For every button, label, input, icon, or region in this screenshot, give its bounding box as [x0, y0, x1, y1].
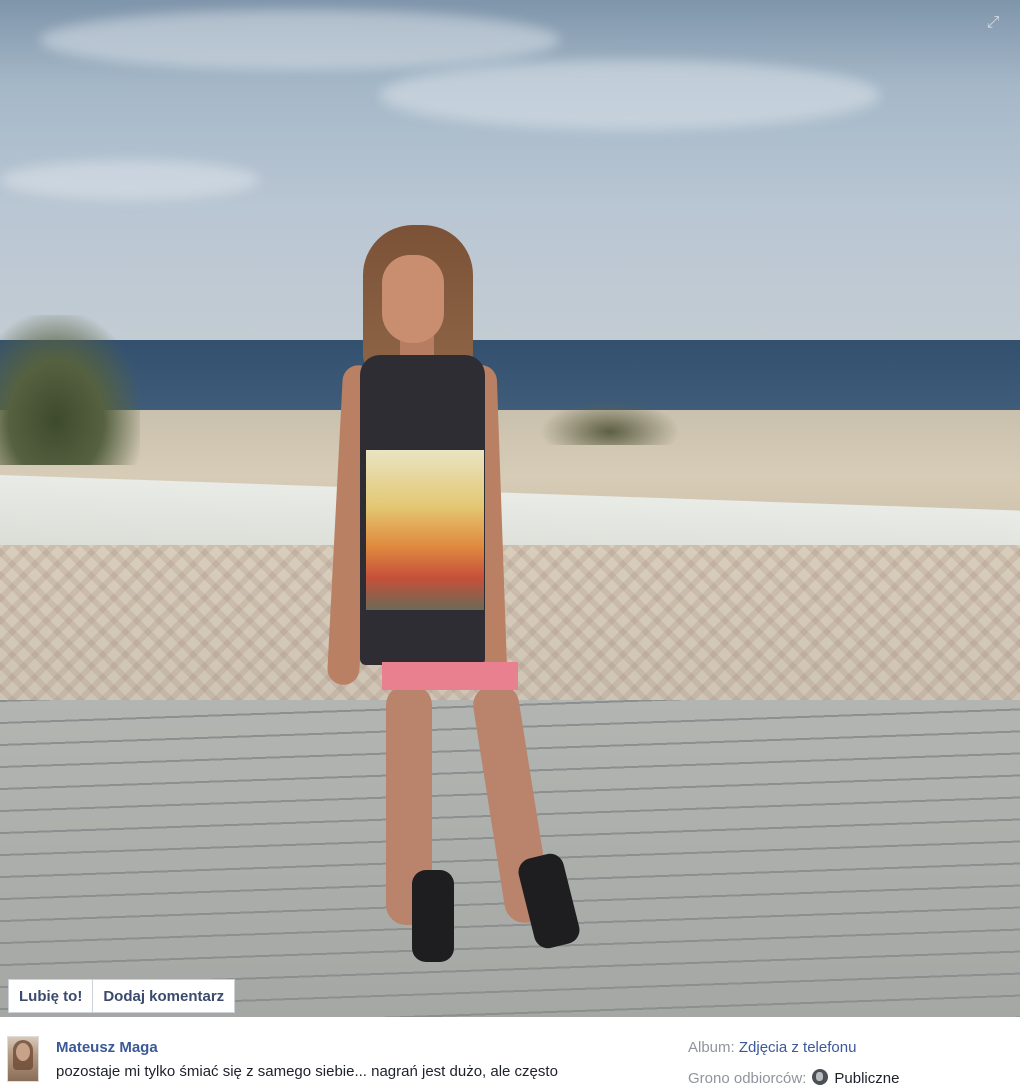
album-label: Album:	[688, 1039, 735, 1056]
cloud	[380, 60, 880, 130]
photo-actions: Lubię to! Dodaj komentarz	[8, 979, 236, 1013]
right-shoe	[515, 850, 583, 952]
audience-info: Grono odbiorców: Publiczne	[688, 1069, 899, 1087]
post-photo[interactable]: ⤢	[0, 0, 1020, 1017]
caption-bar: Mateusz Maga pozostaje mi tylko śmiać si…	[0, 1022, 1024, 1090]
add-comment-button[interactable]: Dodaj komentarz	[93, 980, 235, 1012]
left-shoe	[412, 870, 454, 962]
person-figure	[326, 225, 590, 970]
audience-label: Grono odbiorców:	[688, 1070, 807, 1087]
globe-icon[interactable]	[812, 1069, 829, 1085]
like-button[interactable]: Lubię to!	[9, 980, 93, 1012]
tank-top-print	[366, 450, 484, 610]
shorts	[382, 662, 518, 690]
beach-grass	[0, 315, 140, 465]
author-name[interactable]: Mateusz Maga	[56, 1039, 158, 1056]
post-caption: pozostaje mi tylko śmiać się z samego si…	[56, 1063, 558, 1080]
avatar[interactable]	[7, 1036, 39, 1082]
face	[382, 255, 444, 343]
cloud	[40, 10, 560, 70]
audience-value[interactable]: Publiczne	[834, 1070, 899, 1087]
expand-icon[interactable]: ⤢	[984, 14, 1002, 32]
album-link[interactable]: Zdjęcia z telefonu	[739, 1039, 857, 1056]
cloud	[0, 160, 260, 200]
avatar-face	[16, 1043, 30, 1061]
album-info: Album: Zdjęcia z telefonu	[688, 1039, 856, 1056]
